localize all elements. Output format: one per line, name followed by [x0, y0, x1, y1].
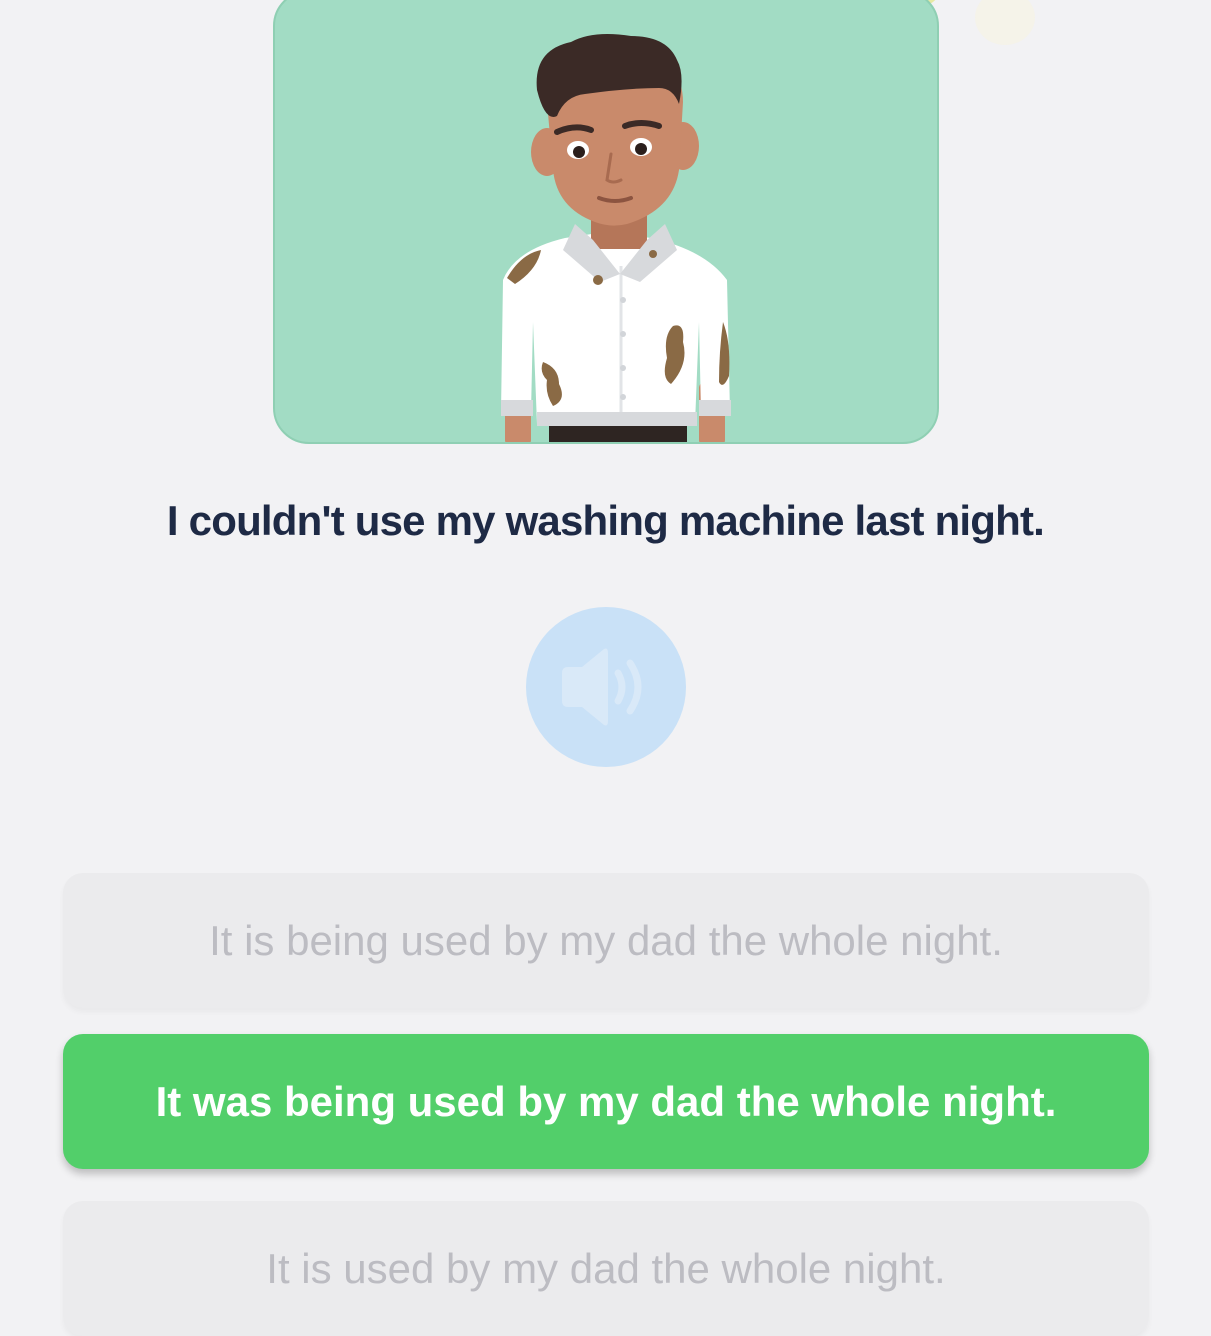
prompt-sentence: I couldn't use my washing machine last n… — [166, 497, 1045, 544]
illustration-card — [273, 0, 939, 444]
answer-option-2-selected[interactable]: It was being used by my dad the whole ni… — [63, 1034, 1149, 1169]
answer-option-label: It was being used by my dad the whole ni… — [155, 1077, 1057, 1125]
answer-option-1[interactable]: It is being used by my dad the whole nig… — [63, 873, 1149, 1008]
answer-option-label: It is used by my dad the whole night. — [266, 1244, 946, 1292]
man-stained-shirt-illustration — [501, 34, 731, 442]
play-audio-button[interactable] — [526, 607, 686, 767]
answer-option-label: It is being used by my dad the whole nig… — [209, 916, 1003, 964]
corner-decoration-faded — [975, 0, 1035, 45]
answer-option-3[interactable]: It is used by my dad the whole night. — [63, 1201, 1149, 1336]
speaker-icon — [562, 648, 642, 726]
